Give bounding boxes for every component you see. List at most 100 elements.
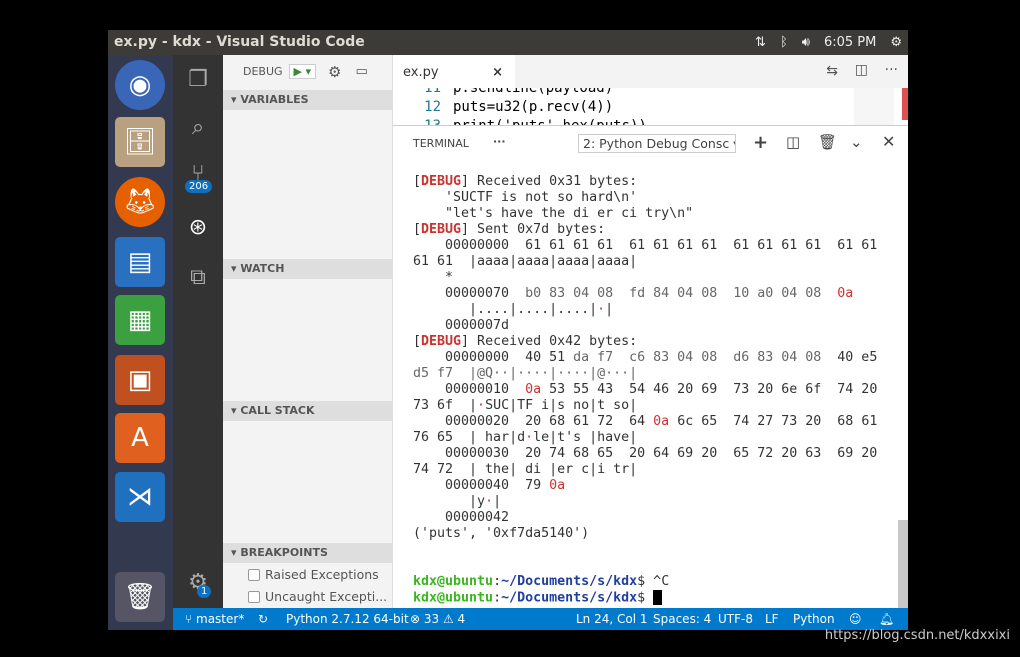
power-gear-icon[interactable]: ⚙ (890, 30, 902, 55)
close-tab-icon[interactable]: × (492, 65, 503, 80)
checkbox[interactable] (248, 590, 260, 603)
section-call-stack[interactable]: ▾ CALL STACK (223, 401, 393, 421)
terminal-segment: le|t's |have| (533, 430, 638, 445)
editor-tabs: ex.py × ⇆ ◫ ··· (393, 55, 908, 88)
terminal-segment: 74 72 | the| di |er c|i tr| (413, 462, 638, 477)
terminal-select[interactable]: 2: Python Debug Consc ▾ (578, 134, 736, 153)
software-center-icon[interactable]: A (115, 413, 165, 463)
kill-terminal-icon[interactable]: 🗑︎ (818, 133, 837, 151)
debug-console-icon[interactable]: ▭ (355, 64, 367, 79)
impress-icon[interactable]: ▣ (115, 355, 165, 405)
breakpoint-raised-exceptions[interactable]: Raised Exceptions (248, 567, 379, 582)
explorer-icon[interactable]: ❐ (185, 67, 211, 93)
tab-ex-py[interactable]: ex.py × (393, 55, 515, 88)
ubuntu-launcher: ◉ 🗄 🦊︎ ▤ ▦ ▣ A ⋊ 🗑︎ (108, 55, 173, 630)
search-icon[interactable]: ⌕ (185, 115, 211, 141)
extensions-icon[interactable]: ⧉ (185, 265, 211, 291)
cursor-position[interactable]: Ln 24, Col 1 (576, 608, 648, 630)
terminal-segment: · (597, 302, 606, 317)
terminal-segment: · (525, 430, 534, 445)
terminal-line: 00000010 0a 53 55 43 54 46 20 69 73 20 6… (413, 382, 898, 398)
more-actions-icon[interactable]: ··· (885, 62, 898, 78)
split-terminal-icon[interactable]: ◫ (786, 133, 800, 151)
language-status[interactable]: Python (793, 608, 835, 630)
terminal-line: 73 6f |·SUC|TF i|s no|t so| (413, 398, 898, 414)
terminal-segment: 00000030 20 74 68 65 20 64 69 20 65 72 2… (413, 446, 878, 461)
terminal-segment: 00000000 40 51 (413, 350, 574, 365)
ubuntu-icon[interactable]: ◉ (115, 60, 165, 110)
breakpoint-uncaught-exceptions[interactable]: Uncaught Excepti... (248, 589, 387, 604)
code-text: p.sendline(payload) (453, 88, 614, 96)
notifications-bell-icon[interactable]: 🔔︎ (879, 608, 894, 630)
terminal-segment: : (493, 574, 502, 589)
terminal-segment: |y (413, 494, 486, 509)
volume-icon[interactable]: 🔊︎ (802, 30, 810, 55)
section-label: BREAKPOINTS (240, 546, 328, 559)
terminal-segment: 0a (837, 286, 854, 301)
new-terminal-icon[interactable]: + (753, 132, 768, 153)
terminal-line: 00000040 79 0a (413, 478, 898, 494)
network-icon[interactable]: ⇅ (755, 30, 766, 55)
minimap[interactable] (854, 88, 894, 125)
terminal-segment: DEBUG (421, 334, 462, 349)
indentation-status[interactable]: Spaces: 4 (653, 608, 711, 630)
section-watch[interactable]: ▾ WATCH (223, 259, 393, 279)
open-changes-icon[interactable]: ⇆ (826, 63, 838, 79)
line-number: 13 (393, 117, 453, 125)
terminal-cursor (653, 590, 663, 605)
terminal-segment: $ (637, 590, 654, 606)
terminal-line: 76 65 | har|d·le|t's |have| (413, 430, 898, 446)
split-editor-icon[interactable]: ◫ (855, 62, 868, 78)
firefox-icon[interactable]: 🦊︎ (115, 177, 165, 227)
terminal-segment: ] Received 0x42 bytes: (461, 334, 638, 349)
debug-config-gear-icon[interactable]: ⚙ (328, 63, 341, 81)
watermark: https://blog.csdn.net/kdxxixi (824, 628, 1010, 643)
interpreter-status[interactable]: Python 2.7.12 64-bit (286, 608, 409, 630)
terminal-line: [DEBUG] Sent 0x7d bytes: (413, 222, 898, 238)
close-panel-icon[interactable]: ✕ (882, 132, 895, 151)
terminal-line: 'SUCTF is not so hard\n' (413, 190, 898, 206)
sync-icon[interactable]: ↻ (258, 608, 268, 630)
start-debug-button[interactable]: ▶ ▾ (288, 64, 317, 79)
terminal-segment: 00000020 20 68 61 72 64 (413, 414, 654, 429)
terminal-segment: 00000042 (413, 510, 510, 525)
clock[interactable]: 6:05 PM (824, 30, 876, 55)
section-label: WATCH (240, 262, 285, 275)
terminal-line: 61 61 |aaaa|aaaa|aaaa|aaaa| (413, 254, 898, 270)
terminal-scrollbar[interactable] (898, 520, 908, 608)
section-variables[interactable]: ▾ VARIABLES (223, 90, 393, 110)
branch-status[interactable]: ⑂ master* (185, 608, 244, 630)
maximize-panel-chevron-icon[interactable]: ⌄ (850, 133, 863, 151)
editor-scrollbar[interactable] (902, 88, 908, 120)
terminal-segment: $ ^C (637, 574, 670, 589)
panel-more-icon[interactable]: ··· (493, 135, 506, 148)
bluetooth-icon[interactable]: ᛒ (780, 30, 788, 55)
writer-icon[interactable]: ▤ (115, 237, 165, 287)
terminal-output[interactable]: [DEBUG] Received 0x31 bytes: 'SUCTF is n… (393, 174, 898, 608)
window-title: ex.py - kdx - Visual Studio Code (114, 34, 365, 50)
feedback-smiley-icon[interactable]: ☺ (849, 608, 862, 630)
terminal-segment: ('puts', '0xf7da5140') (413, 526, 590, 541)
code-editor[interactable]: 11 p.sendline(payload) 12 puts=u32(p.recv(4… (393, 88, 908, 125)
calc-icon[interactable]: ▦ (115, 295, 165, 345)
checkbox[interactable] (248, 568, 260, 581)
terminal-segment: [ (413, 334, 422, 349)
problems-status[interactable]: ⊗ 33 ⚠ 4 (410, 608, 465, 630)
trash-icon[interactable]: 🗑︎ (115, 572, 165, 622)
terminal-segment: 00000070 (413, 286, 526, 301)
eol-status[interactable]: LF (765, 608, 779, 630)
terminal-segment: 76 65 | har|d (413, 430, 526, 445)
settings-badge: 1 (197, 585, 212, 598)
files-icon[interactable]: 🗄 (115, 117, 165, 167)
terminal-segment: 73 6f | (413, 398, 478, 413)
vscode-icon[interactable]: ⋊ (115, 472, 165, 522)
line-number: 12 (424, 99, 441, 115)
terminal-segment: ] Sent 0x7d bytes: (461, 222, 606, 237)
terminal-segment: d5 f7 |@Q··|····|····|@···| (413, 366, 638, 381)
encoding-status[interactable]: UTF-8 (718, 608, 753, 630)
section-label: CALL STACK (240, 404, 315, 417)
section-breakpoints[interactable]: ▾ BREAKPOINTS (223, 543, 393, 563)
terminal-line: 00000030 20 74 68 65 20 64 69 20 65 72 2… (413, 446, 898, 462)
tab-terminal[interactable]: TERMINAL (413, 137, 469, 150)
debug-icon[interactable]: ⊛ (185, 215, 211, 241)
